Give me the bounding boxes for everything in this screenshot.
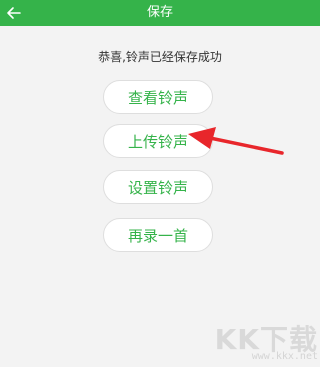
watermark: KK下载 www.kkx.net xyxy=(196,318,318,366)
top-bar: 保存 xyxy=(0,0,320,26)
red-arrow-icon xyxy=(188,127,284,155)
record-again-button[interactable]: 再录一首 xyxy=(103,218,213,252)
view-ringtone-button[interactable]: 查看铃声 xyxy=(103,80,213,114)
success-message: 恭喜,铃声已经保存成功 xyxy=(98,50,222,64)
watermark-url: www.kkx.net xyxy=(251,351,318,362)
page-title: 保存 xyxy=(146,5,173,20)
